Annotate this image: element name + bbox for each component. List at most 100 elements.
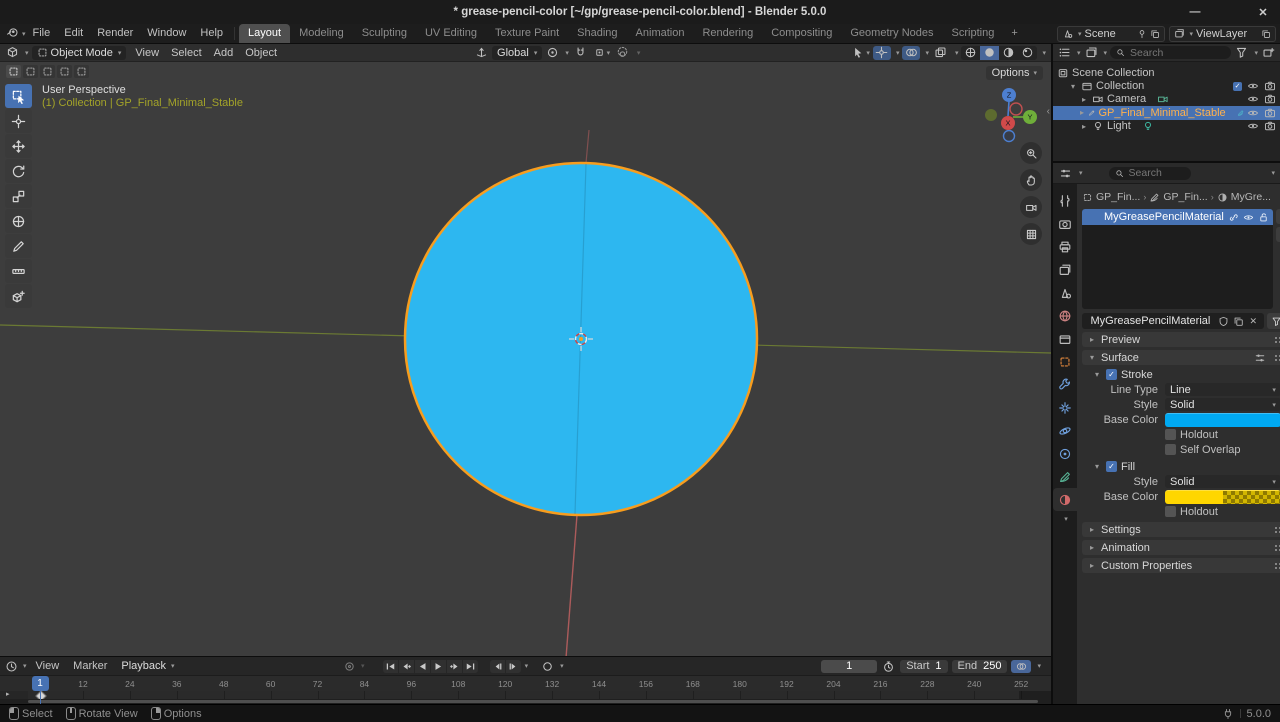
auto-keying-chevron-icon[interactable]: ▾ <box>560 662 564 670</box>
material-name-field[interactable]: MyGreasePencilMaterial ✕ <box>1082 313 1264 329</box>
select-mode-intersect[interactable] <box>74 65 89 78</box>
properties-tab-world[interactable] <box>1053 304 1077 327</box>
xray-chevron-icon[interactable]: ▾ <box>955 49 959 57</box>
workspace-tab-scripting[interactable]: Scripting <box>943 24 1004 43</box>
timeline-editor-chevron-icon[interactable]: ▾ <box>23 662 27 670</box>
frame-step-chevron-icon[interactable]: ▾ <box>525 662 529 670</box>
proportional-falloff-chevron-icon[interactable]: ▾ <box>637 49 641 57</box>
properties-tab-render[interactable] <box>1053 212 1077 235</box>
properties-tab-constraints[interactable] <box>1053 442 1077 465</box>
properties-editor-chevron-icon[interactable]: ▾ <box>1079 169 1083 177</box>
transform-orientation-icon[interactable] <box>474 46 489 59</box>
new-collection-icon[interactable] <box>1261 46 1276 59</box>
new-viewlayer-icon[interactable] <box>1261 29 1271 39</box>
properties-tab-scene[interactable] <box>1053 281 1077 304</box>
base-color-swatch[interactable] <box>1165 413 1280 427</box>
viewport-canvas[interactable]: User Perspective (1) Collection | GP_Fin… <box>0 62 1051 656</box>
properties-tab-modifiers[interactable] <box>1053 373 1077 396</box>
properties-search[interactable] <box>1109 167 1191 180</box>
sidebar-collapse-icon[interactable]: ‹ <box>1046 104 1051 119</box>
workspace-tab-uv-editing[interactable]: UV Editing <box>416 24 486 43</box>
hide-in-viewport-eye[interactable] <box>1247 80 1259 92</box>
editor-type-3d-viewport-icon[interactable] <box>5 46 20 59</box>
channel-expander[interactable]: ▸ <box>0 691 28 699</box>
pivot-point-icon[interactable] <box>545 46 560 59</box>
outliner-search-input[interactable] <box>1128 46 1225 60</box>
gizmo-negative-z-axis[interactable] <box>1004 131 1015 142</box>
panel-drag-handle[interactable] <box>1274 544 1280 551</box>
panel-drag-handle[interactable] <box>1274 562 1280 569</box>
playback-menu[interactable]: Playback ▾ <box>116 659 179 673</box>
shading-rendered-button[interactable] <box>1018 46 1037 60</box>
panel-animation[interactable]: ▸Animation <box>1082 540 1280 555</box>
outliner-row-scene-collection[interactable]: Scene Collection <box>1053 66 1280 79</box>
show-gizmo-toggle[interactable] <box>873 46 891 60</box>
base-color-swatch[interactable] <box>1165 490 1280 504</box>
tool-transform[interactable] <box>5 209 32 233</box>
filter-chevron-icon[interactable]: ▾ <box>1254 49 1258 57</box>
properties-tab-object-data[interactable] <box>1053 465 1077 488</box>
orientation-dropdown[interactable]: Global ▾ <box>492 46 542 60</box>
mode-dropdown[interactable]: Object Mode ▾ <box>32 46 127 60</box>
shading-wireframe-button[interactable] <box>961 46 980 60</box>
panel-preview[interactable]: ▸Preview <box>1082 332 1280 347</box>
remove-slot-button[interactable]: − <box>1276 227 1280 242</box>
minimize-button[interactable]: — <box>1188 6 1202 18</box>
outliner-search[interactable] <box>1110 46 1231 59</box>
play-reverse-button[interactable] <box>415 660 430 673</box>
tool-annotate[interactable] <box>5 234 32 258</box>
properties-tab-view-layer[interactable] <box>1053 258 1077 281</box>
disclosure-closed-icon[interactable]: ▸ <box>1079 108 1085 117</box>
snap-toggle[interactable] <box>572 46 590 60</box>
add-slot-button[interactable]: + <box>1276 209 1280 224</box>
style-select[interactable]: Solid▾ <box>1165 475 1280 488</box>
timeline-menu-view[interactable]: View <box>29 660 67 672</box>
nav-zoom-button[interactable] <box>1020 142 1042 164</box>
select-mode-set[interactable] <box>6 65 21 78</box>
menu-file[interactable]: File <box>26 27 58 39</box>
breadcrumb-item[interactable]: MyGre... <box>1231 191 1271 203</box>
navigation-gizmo[interactable]: ZYX <box>983 84 1039 144</box>
shading-material-button[interactable] <box>999 46 1018 60</box>
show-overlays-toggle[interactable] <box>902 46 920 60</box>
close-button[interactable]: ✕ <box>1256 6 1270 19</box>
holdout-checkbox[interactable] <box>1165 506 1176 517</box>
timeline-scrollbar[interactable] <box>28 700 1038 703</box>
properties-tab-object[interactable] <box>1053 350 1077 373</box>
tool-rotate[interactable] <box>5 159 32 183</box>
gizmo-negative-x-axis[interactable] <box>1010 103 1022 115</box>
properties-tab-material[interactable] <box>1053 488 1077 511</box>
workspace-tab-rendering[interactable]: Rendering <box>693 24 762 43</box>
breadcrumb-item[interactable]: GP_Fin... <box>1096 191 1140 203</box>
outliner-row-camera[interactable]: ▸Camera <box>1053 93 1280 106</box>
panel-settings[interactable]: ▸Settings <box>1082 522 1280 537</box>
select-mode-subtract[interactable] <box>40 65 55 78</box>
select-mode-invert[interactable] <box>57 65 72 78</box>
timeline-channels[interactable]: ▸ <box>0 691 1051 699</box>
disable-in-renders[interactable] <box>1264 120 1276 132</box>
timeline-menu-marker[interactable]: Marker <box>66 660 114 672</box>
next-frame-button[interactable] <box>506 660 521 673</box>
add-workspace-button[interactable]: + <box>1003 24 1025 43</box>
material-slot-list[interactable]: MyGreasePencilMaterial <box>1082 209 1273 309</box>
blender-logo-icon[interactable] <box>5 26 20 39</box>
keying-set-icon[interactable] <box>342 660 357 673</box>
properties-tab-tool[interactable] <box>1053 189 1077 212</box>
hide-in-viewport-eye[interactable] <box>1247 120 1259 132</box>
tool-select-box[interactable] <box>5 84 32 108</box>
workspace-tab-sculpting[interactable]: Sculpting <box>353 24 416 43</box>
tool-cursor[interactable] <box>5 109 32 133</box>
frame-start-field[interactable]: Start 1 <box>900 660 947 673</box>
pin-icon[interactable] <box>1137 29 1147 39</box>
scene-selector[interactable]: ▾ Scene <box>1057 26 1165 42</box>
previous-keyframe-button[interactable] <box>399 660 414 673</box>
workspace-tab-geometry-nodes[interactable]: Geometry Nodes <box>841 24 942 43</box>
editor-type-outliner-icon[interactable] <box>1057 46 1072 59</box>
eye-icon[interactable] <box>1243 212 1254 223</box>
disclosure-open-icon[interactable]: ▾ <box>1068 82 1078 91</box>
stroke-enable-checkbox[interactable]: ✓ <box>1106 369 1117 380</box>
tool-add-cube[interactable] <box>5 284 32 308</box>
workspace-tab-layout[interactable]: Layout <box>239 24 290 43</box>
editor-type-chevron-icon[interactable]: ▾ <box>25 49 29 57</box>
line-type-select[interactable]: Line▾ <box>1165 383 1280 396</box>
